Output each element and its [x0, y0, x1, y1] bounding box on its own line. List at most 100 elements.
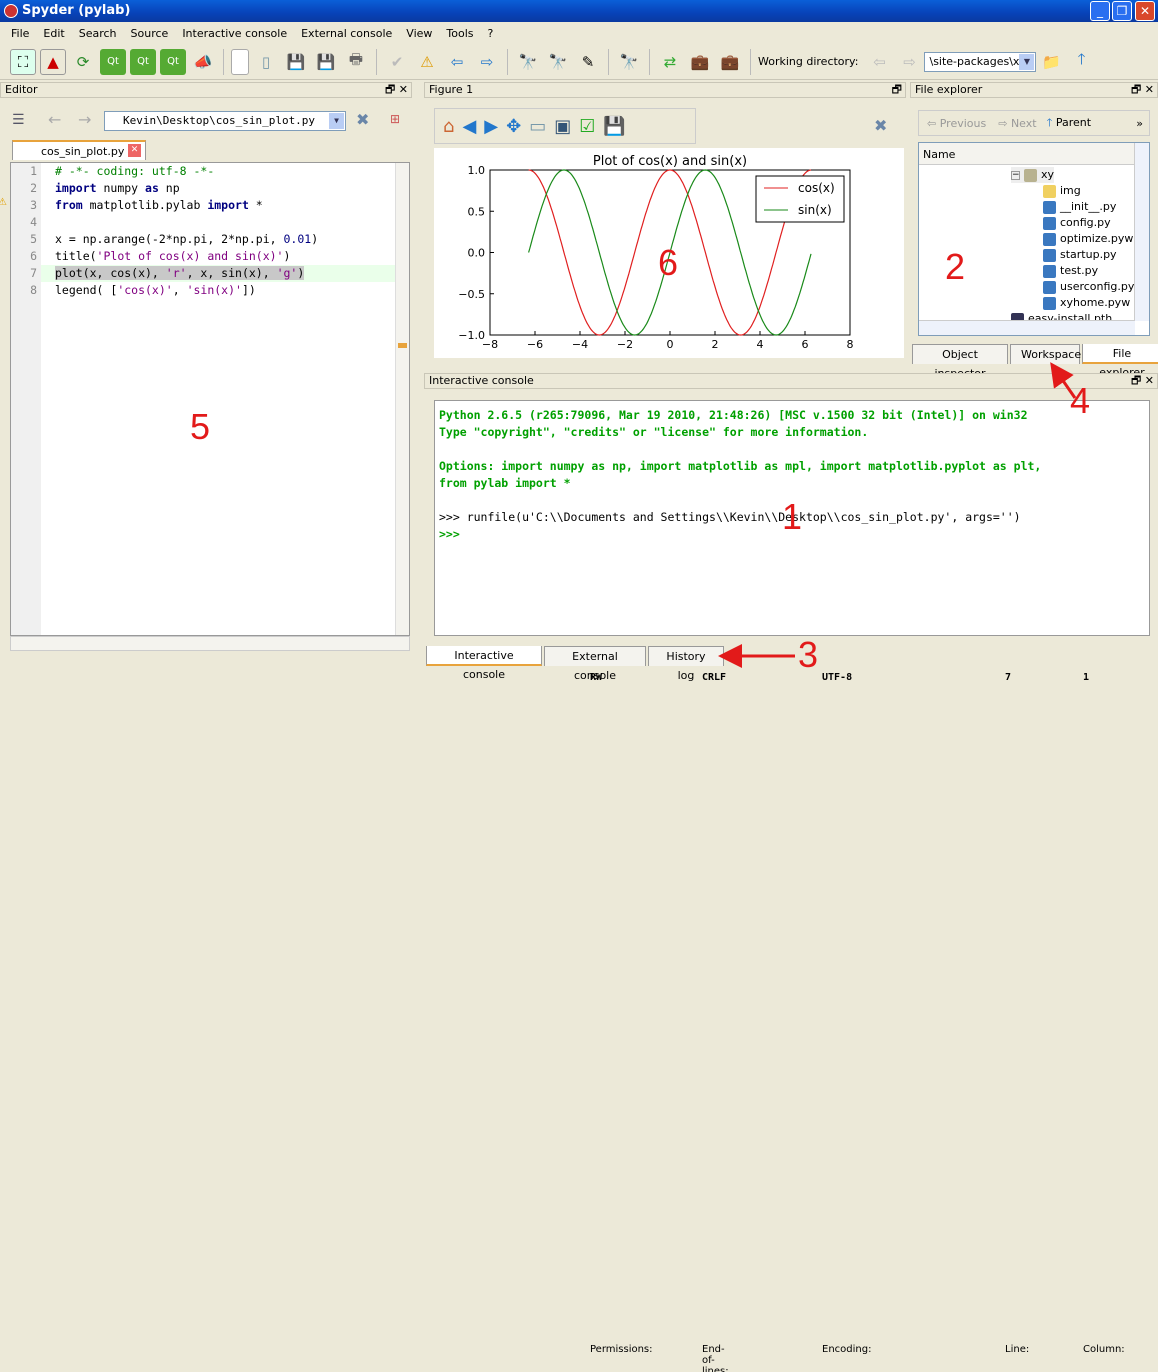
forward-arrow-icon[interactable]: →	[78, 110, 91, 129]
menu-external-console[interactable]: External console	[294, 27, 399, 40]
back-arrow-icon[interactable]: ⇦	[866, 49, 892, 75]
print-icon[interactable]: 🖶	[343, 49, 369, 75]
save-session-icon[interactable]: 💼	[717, 49, 743, 75]
tree-item[interactable]: optimize.pyw	[1043, 231, 1133, 247]
previous-button[interactable]: ⇦ Previous	[927, 117, 986, 130]
tree-item[interactable]: startup.py	[1043, 247, 1117, 263]
tree-item[interactable]: __init__.py	[1043, 199, 1116, 215]
chevron-down-icon[interactable]: ▼	[1019, 53, 1035, 70]
next-warning-icon[interactable]: ⇨	[474, 49, 500, 75]
tab-cos-sin-plot[interactable]: cos_sin_plot.py ✕	[12, 140, 146, 160]
tree-item[interactable]: test.py	[1043, 263, 1098, 279]
code-line[interactable]	[41, 214, 395, 231]
close-file-icon[interactable]: ✖	[356, 110, 369, 129]
undock-close-icons[interactable]: 🗗 ✕	[1131, 83, 1154, 97]
configure-subplots-icon[interactable]: ▣	[554, 116, 571, 137]
qt-linguist-icon[interactable]: Qt	[130, 48, 156, 75]
vertical-scrollbar[interactable]	[395, 163, 409, 635]
back-arrow-icon[interactable]: ←	[48, 110, 61, 129]
more-button[interactable]: »	[1136, 117, 1143, 130]
code-line[interactable]: # -*- coding: utf-8 -*-	[41, 163, 395, 180]
browse-folder-icon[interactable]: 📁	[1038, 49, 1064, 75]
tab-file-explorer[interactable]: File explorer	[1082, 344, 1158, 379]
check-icon[interactable]: ✔	[384, 49, 410, 75]
undock-close-icons[interactable]: 🗗 ✕	[1131, 374, 1154, 388]
tab-interactive-console[interactable]: Interactive console	[426, 646, 542, 681]
tab-external-console[interactable]: External console	[544, 646, 646, 682]
zoom-icon[interactable]: ▭	[529, 116, 546, 137]
next-button[interactable]: ⇨ Next	[998, 117, 1036, 130]
tab-workspace[interactable]: Workspace	[1010, 344, 1081, 364]
code-lines[interactable]: # -*- coding: utf-8 -*- import numpy as n…	[41, 163, 395, 299]
minimize-button[interactable]: _	[1090, 1, 1110, 21]
back-icon[interactable]: ◀	[462, 116, 476, 137]
menu-file[interactable]: File	[4, 27, 36, 40]
collapse-icon[interactable]: −	[1011, 170, 1020, 180]
tab-object-inspector[interactable]: Object inspector	[912, 344, 1008, 380]
undock-icon[interactable]: 🗗	[892, 83, 902, 97]
save-icon[interactable]: 💾	[283, 49, 309, 75]
home-icon[interactable]: ⌂	[443, 116, 454, 137]
qt-assistant-icon[interactable]: Qt	[160, 48, 186, 75]
tree-item[interactable]: userconfig.py	[1043, 279, 1134, 295]
menu-interactive-console[interactable]: Interactive console	[175, 27, 294, 40]
file-tree[interactable]: Name − xy img __init__.py config.py optimize.…	[918, 142, 1150, 336]
parent-button[interactable]: 🡑 Parent	[1047, 114, 1091, 133]
file-combo[interactable]: Kevin\Desktop\cos_sin_plot.py ▼	[104, 111, 346, 131]
tree-item[interactable]: img	[1043, 183, 1081, 199]
restore-button[interactable]: ❐	[1112, 1, 1132, 21]
warning-list-icon[interactable]: ⚠	[414, 49, 440, 75]
previous-warning-icon[interactable]: ⇦	[444, 49, 470, 75]
horizontal-scrollbar[interactable]	[919, 320, 1135, 335]
save-all-icon[interactable]: 💾	[313, 49, 339, 75]
save-figure-icon[interactable]: 💾	[603, 116, 625, 137]
new-file-icon[interactable]	[231, 48, 249, 75]
pan-icon[interactable]: ✥	[506, 116, 521, 137]
load-session-icon[interactable]: 💼	[687, 49, 713, 75]
chevron-down-icon[interactable]: ▼	[329, 113, 344, 129]
working-directory-combo[interactable]: \site-packages\xy ▼	[924, 51, 1037, 72]
vertical-scrollbar[interactable]	[1134, 143, 1149, 321]
undock-close-icons[interactable]: 🗗 ✕	[385, 83, 408, 97]
code-line[interactable]: from matplotlib.pylab import *	[41, 197, 395, 214]
tree-item[interactable]: config.py	[1043, 215, 1111, 231]
menu-tools[interactable]: Tools	[439, 27, 480, 40]
menu-edit[interactable]: Edit	[36, 27, 71, 40]
tree-item[interactable]: xyhome.pyw	[1043, 295, 1130, 311]
find-in-files-icon[interactable]: 🔭	[616, 49, 642, 75]
find-icon[interactable]: 🔭	[515, 49, 541, 75]
name-column-header[interactable]: Name	[919, 143, 1135, 165]
close-tab-icon[interactable]: ✕	[128, 144, 141, 157]
close-figure-icon[interactable]: ✖	[874, 116, 887, 135]
code-line[interactable]: legend( ['cos(x)', 'sin(x)'])	[41, 282, 395, 299]
code-line[interactable]: import numpy as np	[41, 180, 395, 197]
check-icon[interactable]: ☑	[579, 116, 595, 137]
run-icon[interactable]: ⟳	[70, 49, 96, 75]
menu-view[interactable]: View	[399, 27, 439, 40]
forward-arrow-icon[interactable]: ⇨	[896, 49, 922, 75]
find-next-icon[interactable]: 🔭	[545, 49, 571, 75]
tab-history-log[interactable]: History log	[648, 646, 724, 682]
menu-help[interactable]: ?	[481, 27, 501, 40]
code-line[interactable]: title('Plot of cos(x) and sin(x)')	[41, 248, 395, 265]
open-file-icon[interactable]: ▯	[253, 49, 279, 75]
menu-source[interactable]: Source	[124, 27, 176, 40]
close-window-button[interactable]: ✕	[1135, 1, 1155, 21]
split-editor-icon[interactable]: ⊞	[390, 112, 400, 126]
tree-item[interactable]: − xy	[1011, 167, 1055, 183]
parent-directory-icon[interactable]: 🡑	[1068, 49, 1094, 75]
close-pane-icon[interactable]: ▲	[40, 48, 66, 75]
menu-search[interactable]: Search	[72, 27, 124, 40]
maximize-pane-icon[interactable]: ⛶	[10, 48, 36, 75]
replace-icon[interactable]: ✎	[575, 49, 601, 75]
file-list-icon[interactable]: ☰	[12, 112, 25, 128]
horizontal-scrollbar[interactable]	[10, 636, 410, 651]
qt-designer-icon[interactable]: Qt	[100, 48, 126, 75]
python-xy-icon[interactable]: 📣	[190, 49, 216, 75]
code-line[interactable]: x = np.arange(-2*np.pi, 2*np.pi, 0.01)	[41, 231, 395, 248]
code-editor[interactable]: 1 2 3 4 5 6 7 8 # -*- coding: utf-8 -*- import n…	[10, 162, 410, 636]
sync-icon[interactable]: ⇄	[657, 49, 683, 75]
working-directory-value: \site-packages\xy	[929, 54, 1026, 68]
code-line[interactable]: plot(x, cos(x), 'r', x, sin(x), 'g')	[41, 265, 395, 282]
forward-icon[interactable]: ▶	[484, 116, 498, 137]
